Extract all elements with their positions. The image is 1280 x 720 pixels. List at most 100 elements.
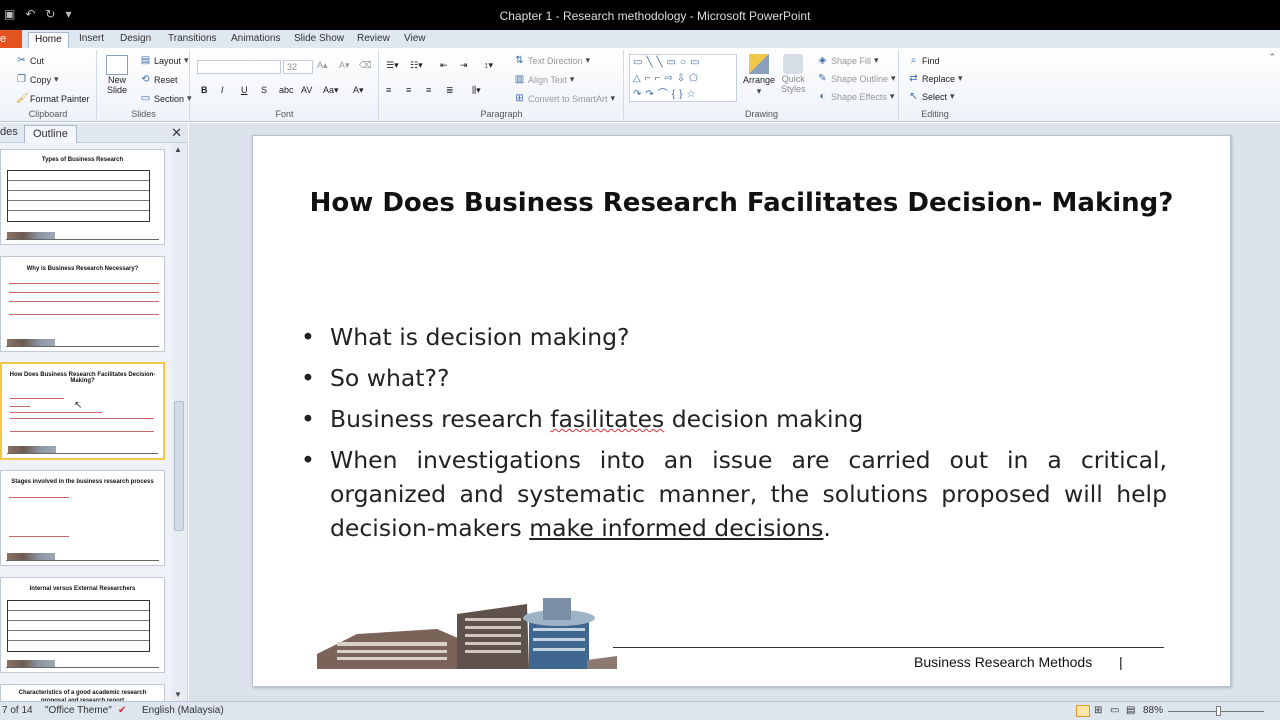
font-color-icon[interactable]: A▾	[353, 85, 364, 96]
font-name-box[interactable]	[197, 60, 281, 74]
bullets-icon[interactable]: ☰▾	[386, 60, 399, 71]
slide-sorter-icon[interactable]: ⊞	[1094, 705, 1102, 716]
slide-thumbnail[interactable]: Types of Business Research	[0, 149, 165, 245]
decrease-indent-icon[interactable]: ⇤	[440, 60, 448, 71]
shape-outline-button[interactable]: ✎ Shape Outline ▾	[817, 73, 895, 84]
slides-pane: des Outline ✕ Types of Business Research…	[0, 123, 188, 714]
tab-slides[interactable]: des	[0, 126, 18, 138]
font-group: 32 A▴ A▾ ⌫ B I U S abc AV Aa▾ A▾ Font	[191, 50, 379, 120]
file-tab[interactable]: e	[0, 30, 22, 48]
bullet-item[interactable]: Business research fasilitates decision m…	[301, 402, 1167, 436]
numbering-icon[interactable]: ☷▾	[410, 60, 423, 71]
tab-view[interactable]: View	[398, 32, 432, 48]
find-button[interactable]: ⌕ Find	[908, 55, 940, 66]
select-button[interactable]: ↖ Select ▾	[908, 91, 954, 102]
strikethrough-icon[interactable]: S	[261, 85, 267, 95]
shapes-gallery[interactable]: ▭╲╲▭○▭ △⌐⌐⇨⇩⬠ ↷↷⌒{}☆	[629, 54, 737, 102]
section-button[interactable]: ▭ Section ▾	[140, 93, 192, 104]
tab-outline[interactable]: Outline	[24, 125, 77, 143]
slideshow-view-icon[interactable]: ▤	[1126, 705, 1135, 716]
line-spacing-icon[interactable]: ↕▾	[484, 60, 493, 71]
format-painter-button[interactable]: 🖌 Format Painter	[16, 93, 90, 104]
tab-design[interactable]: Design	[114, 32, 157, 48]
arrange-icon	[749, 54, 770, 74]
reset-button[interactable]: ⟲ Reset	[140, 74, 177, 85]
tab-review[interactable]: Review	[351, 32, 396, 48]
slide-number-placeholder[interactable]: |	[1119, 654, 1123, 670]
text-direction-button[interactable]: ⇅ Text Direction ▾	[514, 55, 590, 66]
quick-styles-button[interactable]: Quick Styles	[781, 54, 806, 94]
ribbon-collapse-icon[interactable]: ⌃	[1268, 52, 1276, 63]
zoom-slider-handle[interactable]	[1216, 706, 1221, 716]
shrink-font-icon[interactable]: A▾	[339, 60, 350, 71]
zoom-level[interactable]: 88%	[1143, 705, 1163, 716]
shape-effects-button[interactable]: ◐ Shape Effects ▾	[817, 91, 894, 102]
align-text-icon: ▥	[514, 74, 525, 85]
slide-thumbnail-selected[interactable]: How Does Business Research Facilitates D…	[0, 362, 165, 460]
tab-animations[interactable]: Animations	[225, 32, 286, 48]
char-spacing-icon[interactable]: AV	[301, 85, 312, 95]
bold-icon[interactable]: B	[201, 85, 208, 95]
increase-indent-icon[interactable]: ⇥	[460, 60, 468, 71]
slide-title[interactable]: How Does Business Research Facilitates D…	[253, 188, 1230, 218]
pane-scrollbar[interactable]: ▲ ▼	[172, 143, 186, 701]
shadow-icon[interactable]: abc	[279, 85, 294, 95]
paragraph-group: ☰▾ ☷▾ ⇤ ⇥ ↕▾ ⇅ Text Direction ▾ ▥ Align Tex…	[380, 50, 624, 120]
align-left-icon[interactable]: ≡	[386, 85, 391, 95]
align-text-button[interactable]: ▥ Align Text ▾	[514, 74, 575, 85]
effects-icon: ◐	[819, 91, 826, 102]
slide-counter: 7 of 14	[2, 705, 33, 716]
grow-font-icon[interactable]: A▴	[317, 60, 328, 71]
italic-icon[interactable]: I	[221, 85, 224, 95]
layout-button[interactable]: ▤ Layout ▾	[140, 55, 189, 66]
arrange-button[interactable]: Arrange ▾	[743, 54, 775, 97]
tab-transitions[interactable]: Transitions	[162, 32, 223, 48]
replace-button[interactable]: ⇄ Replace ▾	[908, 73, 962, 84]
reading-view-icon[interactable]: ▭	[1110, 705, 1119, 716]
clear-formatting-icon[interactable]: ⌫	[359, 60, 372, 71]
slide-editor: How Does Business Research Facilitates D…	[189, 123, 1280, 701]
close-pane-icon[interactable]: ✕	[171, 125, 182, 141]
underline-icon[interactable]: U	[241, 85, 248, 95]
normal-view-icon[interactable]	[1076, 705, 1090, 717]
new-slide-button[interactable]: New Slide	[106, 55, 128, 95]
window-title: Chapter 1 - Research methodology - Micro…	[499, 9, 811, 23]
justify-icon[interactable]: ≣	[446, 85, 454, 96]
drawing-label: Drawing	[744, 109, 778, 119]
drawing-group: ▭╲╲▭○▭ △⌐⌐⇨⇩⬠ ↷↷⌒{}☆ Arrange ▾ Quick Styles…	[625, 50, 899, 120]
theme-name[interactable]: "Office Theme"	[45, 705, 112, 716]
spell-check-icon[interactable]: ✔	[118, 705, 126, 716]
section-icon: ▭	[140, 93, 151, 104]
cut-button[interactable]: ✂ Cut	[16, 55, 44, 66]
slide-footer[interactable]: Business Research Methods	[914, 654, 1092, 670]
scroll-up-icon[interactable]: ▲	[174, 145, 182, 154]
slide-canvas[interactable]: How Does Business Research Facilitates D…	[252, 135, 1231, 687]
columns-icon[interactable]: ⫼▾	[472, 85, 481, 96]
misspelled-word[interactable]: fasilitates	[550, 405, 664, 433]
editing-label: Editing	[921, 109, 949, 119]
bullet-item[interactable]: What is decision making?	[301, 320, 1167, 354]
copy-icon: ❐	[17, 74, 26, 85]
slide-thumbnail[interactable]: Internal versus External Researchers	[0, 577, 165, 673]
paint-bucket-icon: ◈	[818, 55, 827, 66]
font-size-box[interactable]: 32	[283, 60, 313, 74]
tab-slide-show[interactable]: Slide Show	[288, 32, 350, 48]
footer-rule	[613, 647, 1164, 648]
tab-insert[interactable]: Insert	[73, 32, 110, 48]
shape-fill-button[interactable]: ◈ Shape Fill ▾	[817, 55, 879, 66]
slide-thumbnail[interactable]: Why is Business Research Necessary?	[0, 256, 165, 352]
pen-icon: ✎	[818, 73, 827, 84]
scroll-down-icon[interactable]: ▼	[174, 690, 182, 699]
tab-home[interactable]: Home	[28, 32, 69, 48]
scrollbar-thumb[interactable]	[174, 401, 184, 531]
change-case-icon[interactable]: Aa▾	[323, 85, 339, 96]
copy-button[interactable]: ❐ Copy ▾	[16, 74, 59, 85]
slide-thumbnail[interactable]: Stages involved in the business research…	[0, 470, 165, 566]
bullet-item[interactable]: When investigations into an issue are ca…	[301, 443, 1167, 545]
align-right-icon[interactable]: ≡	[426, 85, 431, 95]
bullet-list[interactable]: What is decision making? So what?? Busin…	[301, 320, 1167, 552]
align-center-icon[interactable]: ≡	[406, 85, 411, 95]
bullet-item[interactable]: So what??	[301, 361, 1167, 395]
convert-smartart-button[interactable]: ⊞ Convert to SmartArt ▾	[514, 93, 615, 104]
language-indicator[interactable]: English (Malaysia)	[142, 705, 224, 716]
